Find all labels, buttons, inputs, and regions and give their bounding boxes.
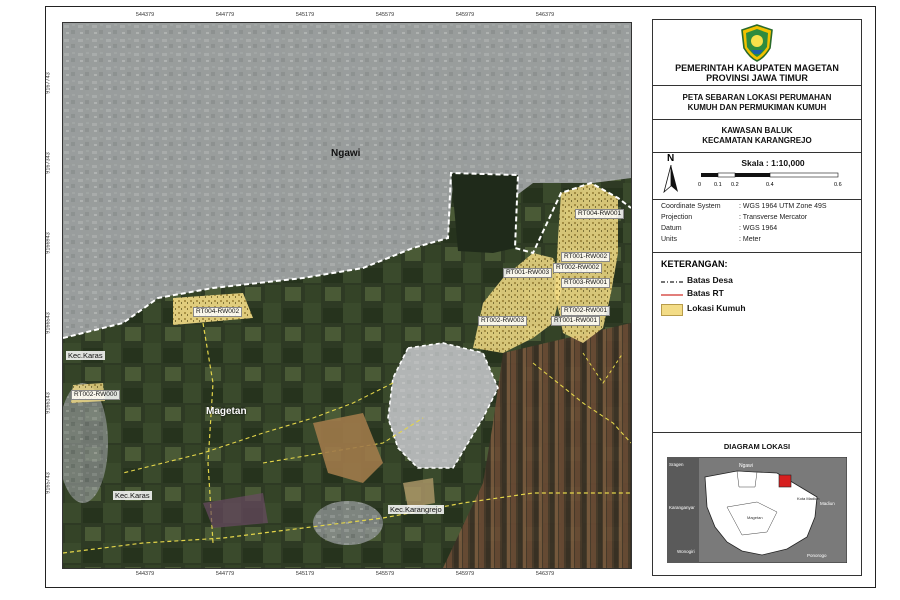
- diagram-label-kota-madiun: Kota Madiun: [797, 496, 819, 501]
- location-diagram-map: Ngawi Sragen Karanganyar Wonogiri Madiun…: [667, 457, 847, 563]
- magetan-emblem-icon: [741, 24, 773, 62]
- info-label-projection: Projection: [661, 214, 693, 221]
- label-kec-karas-1: Kec.Karas: [66, 351, 105, 360]
- rt-label-rt002-rw001[interactable]: RT002-RW001: [561, 306, 611, 316]
- rt-label-rt003-rw001[interactable]: RT003-RW001: [561, 278, 611, 288]
- top-tick-5: 545979: [455, 12, 475, 18]
- settlement-south: [313, 501, 383, 545]
- area-line-2: KECAMATAN KARANGREJO: [702, 136, 812, 145]
- bottom-tick-2: 544779: [215, 571, 235, 577]
- area-line-1: KAWASAN BALUK: [721, 126, 793, 135]
- label-kec-karas-2: Kec.Karas: [113, 491, 152, 500]
- left-tick-2: 9167343: [45, 152, 52, 174]
- rt-label-rt002-rw002[interactable]: RT002-RW002: [553, 263, 603, 273]
- left-tick-5: 9166143: [45, 392, 52, 414]
- left-tick-6: 9165743: [45, 472, 52, 494]
- header-section: PEMERINTAH KABUPATEN MAGETAN PROVINSI JA…: [653, 20, 861, 86]
- title-section: PETA SEBARAN LOKASI PERUMAHAN KUMUH DAN …: [653, 85, 861, 120]
- label-ngawi: Ngawi: [331, 148, 361, 159]
- info-label-coordinate-system: Coordinate System: [661, 203, 721, 210]
- baluk-location-marker: [778, 474, 792, 488]
- bottom-tick-6: 546379: [535, 571, 555, 577]
- left-tick-1: 9167743: [45, 72, 52, 94]
- label-magetan: Magetan: [206, 406, 247, 417]
- scale-tick-3: 0.4: [766, 182, 774, 188]
- info-value-coordinate-system: : WGS 1964 UTM Zone 49S: [739, 203, 827, 210]
- rt-label-rt002-rw000[interactable]: RT002-RW000: [71, 390, 121, 400]
- diagram-label-magetan: Magetan: [747, 515, 763, 520]
- info-label-datum: Datum: [661, 225, 682, 232]
- title-line-2: KUMUH DAN PERMUKIMAN KUMUH: [687, 103, 827, 112]
- bottom-tick-3: 545179: [295, 571, 315, 577]
- info-value-units: : Meter: [739, 236, 761, 243]
- legend-label-lokasi-kumuh: Lokasi Kumuh: [687, 303, 746, 313]
- diagram-label-karanganyar: Karanganyar: [669, 505, 695, 510]
- bottom-tick-5: 545979: [455, 571, 475, 577]
- rt-label-rt004-rw001[interactable]: RT004-RW001: [575, 209, 625, 219]
- title-line-1: PETA SEBARAN LOKASI PERUMAHAN: [682, 93, 832, 102]
- scale-tick-0: 0: [698, 182, 702, 188]
- left-tick-3: 9166943: [45, 232, 52, 254]
- scale-tick-2: 0.2: [731, 182, 739, 188]
- scale-label: Skala : 1:10,000: [741, 158, 805, 168]
- info-value-projection: : Transverse Mercator: [739, 214, 808, 221]
- legend-section: KETERANGAN: Batas Desa Batas RT Lokasi K…: [653, 252, 861, 432]
- north-label: N: [667, 153, 675, 164]
- scale-section: N Skala : 1:10,000 0 0.1 0.2 0.4 0.6: [653, 152, 861, 200]
- label-kec-karangrejo: Kec.Karangrejo: [388, 505, 444, 514]
- legend-title: KETERANGAN:: [661, 259, 728, 269]
- rt-label-rt002-rw003[interactable]: RT002-RW003: [478, 316, 528, 326]
- bottom-tick-1: 544379: [135, 571, 155, 577]
- legend-label-batas-desa: Batas Desa: [687, 275, 733, 285]
- header-line-2: PROVINSI JAWA TIMUR: [706, 73, 808, 83]
- diagram-label-madiun: Madiun: [820, 501, 835, 506]
- scale-tick-1: 0.1: [714, 182, 722, 188]
- map-canvas: [63, 23, 631, 568]
- map-frame[interactable]: Ngawi Magetan Kec.Karas Kec.Karas Kec.Ka…: [62, 22, 632, 569]
- info-value-datum: : WGS 1964: [739, 225, 778, 232]
- diagram-label-ponorogo: Ponorogo: [807, 553, 827, 558]
- north-arrow-icon: [663, 165, 678, 193]
- header-line-1: PEMERINTAH KABUPATEN MAGETAN: [675, 63, 839, 73]
- diagram-label-sragen: Sragen: [669, 462, 684, 467]
- bottom-tick-4: 545579: [375, 571, 395, 577]
- info-label-units: Units: [661, 236, 677, 243]
- rt-label-rt001-rw002[interactable]: RT001-RW002: [561, 252, 611, 262]
- legend-label-batas-rt: Batas RT: [687, 288, 724, 298]
- legend-swatch-batas-rt: [661, 294, 683, 296]
- baluk-north-fields: [451, 173, 518, 253]
- diagram-title: DIAGRAM LOKASI: [723, 442, 791, 451]
- field-patch-light: [403, 478, 435, 508]
- top-tick-6: 546379: [535, 12, 555, 18]
- rt-label-rt001-rw001[interactable]: RT001-RW001: [551, 316, 601, 326]
- diagram-label-ngawi: Ngawi: [739, 463, 753, 469]
- diagram-label-wonogiri: Wonogiri: [677, 549, 695, 554]
- projection-info-section: Coordinate System : WGS 1964 UTM Zone 49…: [653, 199, 861, 253]
- rt-label-rt001-rw003[interactable]: RT001-RW003: [503, 268, 553, 278]
- legend-panel: PEMERINTAH KABUPATEN MAGETAN PROVINSI JA…: [652, 19, 862, 576]
- legend-swatch-lokasi-kumuh: [661, 304, 683, 316]
- top-tick-2: 544779: [215, 12, 235, 18]
- legend-swatch-batas-desa: [661, 281, 683, 283]
- top-tick-4: 545579: [375, 12, 395, 18]
- top-tick-1: 544379: [135, 12, 155, 18]
- scale-tick-4: 0.6: [834, 182, 842, 188]
- left-tick-4: 9166543: [45, 312, 52, 334]
- top-tick-3: 545179: [295, 12, 315, 18]
- rt-label-rt004-rw002[interactable]: RT004-RW002: [193, 307, 243, 317]
- scale-bar: [701, 172, 839, 178]
- location-diagram-section: DIAGRAM LOKASI Ngawi Sragen Karanganyar …: [653, 432, 861, 576]
- area-section: KAWASAN BALUK KECAMATAN KARANGREJO: [653, 119, 861, 153]
